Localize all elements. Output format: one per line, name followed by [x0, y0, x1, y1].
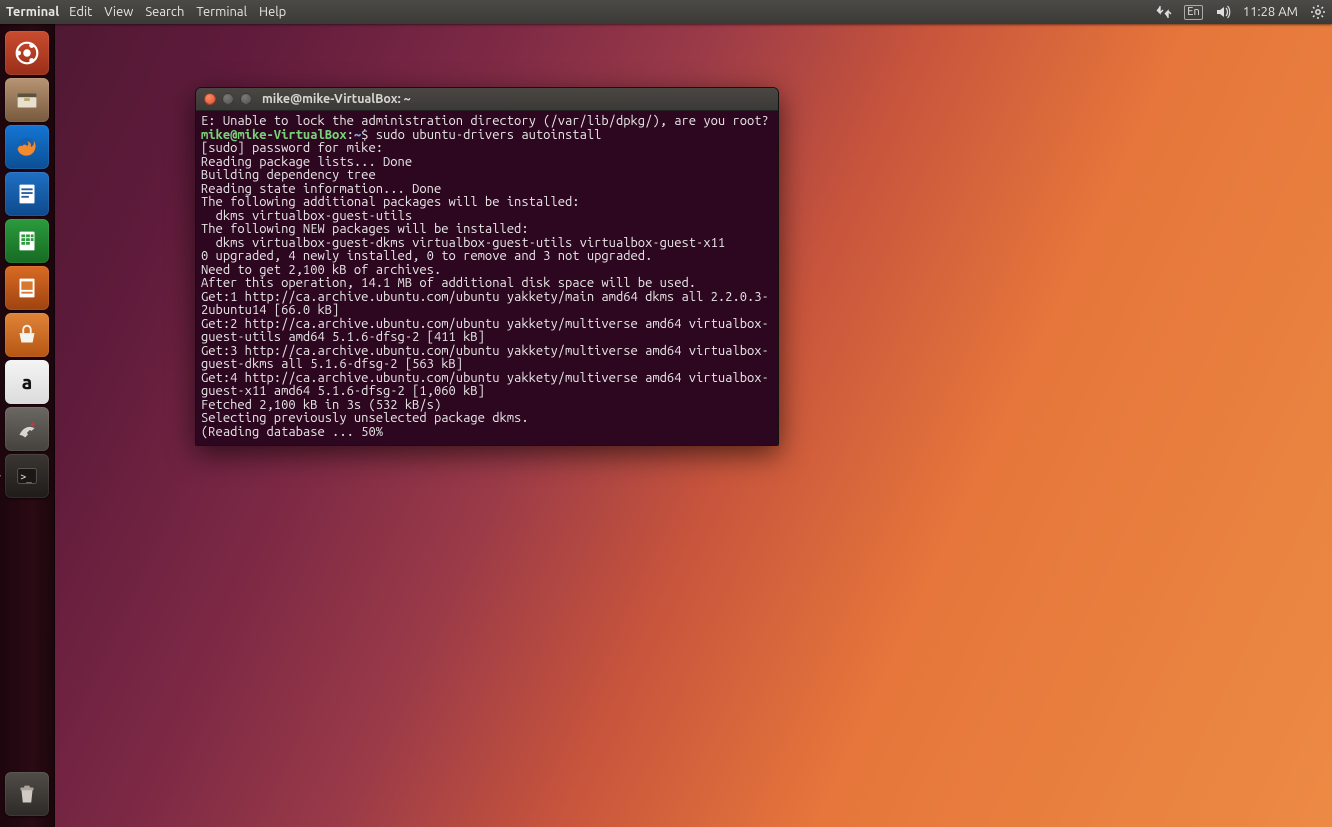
launcher-files[interactable] — [5, 78, 49, 122]
window-maximize-button[interactable] — [240, 93, 252, 105]
terminal-line: E: Unable to lock the administration dir… — [201, 114, 769, 128]
window-minimize-button[interactable] — [222, 93, 234, 105]
terminal-line: Need to get 2,100 kB of archives. — [201, 263, 441, 277]
svg-text:>_: >_ — [20, 472, 32, 483]
terminal-body[interactable]: E: Unable to lock the administration dir… — [196, 111, 778, 445]
terminal-line: Building dependency tree — [201, 168, 376, 182]
network-icon[interactable] — [1156, 4, 1172, 20]
menu-terminal[interactable]: Help — [259, 0, 286, 24]
terminal-line: (Reading database ... 50% — [201, 425, 383, 439]
terminal-line: [sudo] password for mike: — [201, 141, 383, 155]
clock[interactable]: 11:28 AM — [1243, 0, 1298, 24]
terminal-line: Selecting previously unselected package … — [201, 411, 529, 425]
unity-launcher: a >_ — [0, 24, 55, 827]
menu-file[interactable]: Edit — [69, 0, 92, 24]
keyboard-lang-indicator[interactable]: En — [1184, 5, 1202, 20]
launcher-firefox[interactable] — [5, 125, 49, 169]
launcher-terminal[interactable]: >_ — [5, 454, 49, 498]
menu-view[interactable]: Search — [145, 0, 184, 24]
launcher-calc[interactable] — [5, 219, 49, 263]
terminal-line: dkms virtualbox-guest-utils — [201, 209, 412, 223]
window-close-button[interactable] — [204, 93, 216, 105]
window-titlebar[interactable]: mike@mike-VirtualBox: ~ — [196, 88, 778, 111]
launcher-software[interactable] — [5, 313, 49, 357]
terminal-prompt-user: mike@mike-VirtualBox — [201, 128, 347, 142]
terminal-line: Get:2 http://ca.archive.ubuntu.com/ubunt… — [201, 317, 769, 345]
sound-icon[interactable] — [1215, 4, 1231, 20]
menu-search[interactable]: Terminal — [196, 0, 247, 24]
terminal-line: The following additional packages will b… — [201, 195, 580, 209]
menubar-appname: Terminal — [6, 0, 59, 24]
top-menu-bar: Terminal Edit View Search Terminal Help … — [0, 0, 1332, 24]
terminal-line: dkms virtualbox-guest-dkms virtualbox-gu… — [201, 236, 725, 250]
launcher-trash[interactable] — [5, 772, 49, 816]
window-title: mike@mike-VirtualBox: ~ — [262, 92, 411, 106]
launcher-dash[interactable] — [5, 31, 49, 75]
launcher-amazon[interactable]: a — [5, 360, 49, 404]
terminal-line: Reading state information... Done — [201, 182, 441, 196]
terminal-line: After this operation, 14.1 MB of additio… — [201, 276, 696, 290]
terminal-command: sudo ubuntu-drivers autoinstall — [376, 128, 602, 142]
terminal-line: The following NEW packages will be insta… — [201, 222, 529, 236]
gear-icon[interactable] — [1310, 4, 1326, 20]
terminal-line: Reading package lists... Done — [201, 155, 412, 169]
terminal-line: 0 upgraded, 4 newly installed, 0 to remo… — [201, 249, 652, 263]
terminal-window[interactable]: mike@mike-VirtualBox: ~ E: Unable to loc… — [195, 87, 779, 446]
terminal-line: Get:1 http://ca.archive.ubuntu.com/ubunt… — [201, 290, 769, 318]
launcher-settings[interactable] — [5, 407, 49, 451]
terminal-line: Fetched 2,100 kB in 3s (532 kB/s) — [201, 398, 441, 412]
terminal-line: Get:4 http://ca.archive.ubuntu.com/ubunt… — [201, 371, 769, 399]
launcher-impress[interactable] — [5, 266, 49, 310]
menu-edit[interactable]: View — [104, 0, 133, 24]
launcher-writer[interactable] — [5, 172, 49, 216]
terminal-line: Get:3 http://ca.archive.ubuntu.com/ubunt… — [201, 344, 769, 372]
